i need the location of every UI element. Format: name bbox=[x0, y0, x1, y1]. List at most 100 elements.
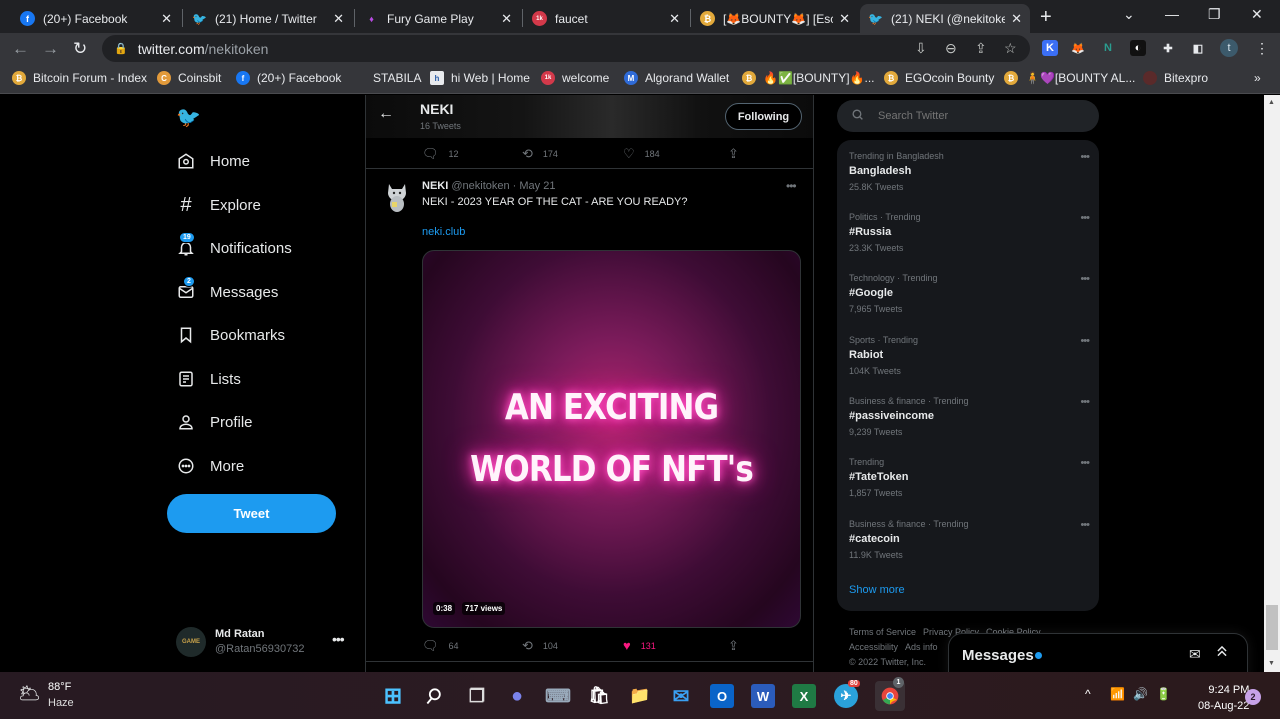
scroll-down-arrow-icon[interactable]: ▼ bbox=[1268, 660, 1275, 667]
trend-more-icon[interactable]: ••• bbox=[1080, 519, 1090, 531]
mask-extension-icon[interactable]: ◐ bbox=[1130, 40, 1146, 56]
sidebar-item-lists[interactable]: Lists bbox=[176, 369, 241, 389]
trend-more-icon[interactable]: ••• bbox=[1080, 273, 1090, 285]
telegram-button[interactable]: ✈ 80 bbox=[834, 680, 860, 708]
sidebar-item-notifications[interactable]: 19 Notifications bbox=[176, 232, 292, 258]
close-tab-icon[interactable]: ✕ bbox=[669, 11, 680, 27]
metamask-extension-icon[interactable]: 🦊 bbox=[1070, 40, 1086, 56]
trend-more-icon[interactable]: ••• bbox=[1080, 335, 1090, 347]
trend-item[interactable]: Trending #TateToken 1,857 Tweets ••• bbox=[849, 457, 1090, 507]
forward-button[interactable]: → bbox=[42, 39, 59, 59]
sidebar-item-bookmarks[interactable]: Bookmarks bbox=[176, 325, 285, 345]
footer-link-ads[interactable]: Ads info bbox=[905, 642, 938, 652]
battery-icon[interactable]: 🔋 bbox=[1156, 687, 1171, 701]
tweet-handle[interactable]: @nekitoken bbox=[451, 180, 509, 192]
account-switcher[interactable]: GAME Md Ratan @Ratan56930732 ••• bbox=[176, 625, 356, 665]
tab-neki-active[interactable]: 🐦 (21) NEKI (@nekitoken ✕ bbox=[860, 4, 1030, 33]
following-button[interactable]: Following bbox=[725, 103, 802, 130]
trend-item[interactable]: Technology · Trending #Google 7,965 Tweets… bbox=[849, 273, 1090, 323]
close-tab-icon[interactable]: ✕ bbox=[839, 11, 850, 27]
bookmark-bitexpro[interactable]: Bitexpro bbox=[1143, 71, 1208, 85]
tweet-date[interactable]: · May 21 bbox=[513, 180, 556, 192]
share-button[interactable]: ⇪ bbox=[728, 146, 749, 162]
sidebar-item-profile[interactable]: Profile bbox=[176, 412, 253, 432]
bookmark-welcome[interactable]: 1k welcome bbox=[541, 71, 609, 85]
show-more-link[interactable]: Show more bbox=[849, 584, 905, 596]
footer-link-accessibility[interactable]: Accessibility bbox=[849, 642, 898, 652]
trend-item[interactable]: Sports · Trending Rabiot 104K Tweets ••• bbox=[849, 335, 1090, 385]
search-button[interactable] bbox=[422, 684, 446, 708]
outlook-button[interactable]: O bbox=[710, 684, 734, 708]
search-input[interactable] bbox=[878, 110, 1078, 122]
close-tab-icon[interactable]: ✕ bbox=[333, 11, 344, 27]
share-icon[interactable]: ⇪ bbox=[975, 40, 987, 57]
chrome-button[interactable]: 1 bbox=[875, 677, 905, 711]
close-tab-icon[interactable]: ✕ bbox=[501, 11, 512, 27]
trend-item[interactable]: Business & finance · Trending #passiveinc… bbox=[849, 396, 1090, 446]
tab-faucet[interactable]: 1k faucet ✕ bbox=[524, 4, 688, 33]
tweet-video[interactable]: AN EXCITING WORLD OF NFT's 0:38 717 view… bbox=[422, 250, 801, 628]
zoom-icon[interactable]: ⊖ bbox=[945, 40, 957, 57]
keplr-extension-icon[interactable]: K bbox=[1042, 40, 1058, 56]
tab-twitter-home[interactable]: 🐦 (21) Home / Twitter ✕ bbox=[184, 4, 352, 33]
close-window-button[interactable]: ✕ bbox=[1251, 6, 1263, 23]
tab-fury-game[interactable]: ♦ Fury Game Play ✕ bbox=[356, 4, 520, 33]
bookmark-facebook[interactable]: f (20+) Facebook bbox=[236, 71, 341, 85]
weather-widget[interactable]: 🌥 88°F Haze bbox=[18, 681, 74, 709]
trend-more-icon[interactable]: ••• bbox=[1080, 151, 1090, 163]
page-scrollbar[interactable]: ▲ ▼ bbox=[1264, 95, 1280, 672]
tab-search-dropdown-icon[interactable]: ⌄ bbox=[1123, 6, 1135, 23]
address-bar[interactable]: 🔒 twitter.com/nekitoken bbox=[102, 35, 1030, 62]
trend-more-icon[interactable]: ••• bbox=[1080, 396, 1090, 408]
task-view-button[interactable]: ❐ bbox=[465, 684, 489, 708]
bookmark-algorand[interactable]: M Algorand Wallet bbox=[624, 71, 729, 85]
like-button[interactable]: ♡ 184 bbox=[623, 146, 660, 162]
wifi-icon[interactable]: 📶 bbox=[1110, 687, 1125, 701]
retweet-button[interactable]: ⟲ 174 bbox=[522, 146, 558, 162]
back-arrow-icon[interactable]: ← bbox=[378, 105, 394, 123]
mail-button[interactable]: ✉ bbox=[669, 684, 693, 708]
search-box[interactable] bbox=[837, 100, 1099, 132]
tweet-button[interactable]: Tweet bbox=[167, 494, 336, 533]
keyboard-button[interactable]: ⌨ bbox=[545, 684, 571, 708]
profile-avatar[interactable]: t bbox=[1220, 39, 1238, 57]
account-more-icon[interactable]: ••• bbox=[332, 631, 345, 647]
scroll-up-arrow-icon[interactable]: ▲ bbox=[1268, 99, 1275, 106]
trend-more-icon[interactable]: ••• bbox=[1080, 212, 1090, 224]
retweet-button[interactable]: ⟲ 104 bbox=[522, 638, 558, 654]
like-button[interactable]: ♥ 131 bbox=[623, 638, 656, 653]
sidebar-item-more[interactable]: More bbox=[176, 456, 244, 476]
bookmark-coinsbit[interactable]: C Coinsbit bbox=[157, 71, 221, 85]
sidebar-item-explore[interactable]: # Explore bbox=[176, 194, 260, 216]
trend-more-icon[interactable]: ••• bbox=[1080, 457, 1090, 469]
store-button[interactable]: 🛍 bbox=[587, 684, 611, 708]
bookmark-bounty-1[interactable]: ₿ 🔥✅[BOUNTY]🔥... bbox=[742, 71, 875, 85]
neki-cat-avatar[interactable] bbox=[384, 180, 410, 216]
new-tab-button[interactable]: + bbox=[1040, 6, 1052, 29]
sidebar-item-messages[interactable]: 2 Messages bbox=[176, 276, 278, 302]
restore-button[interactable]: ❐ bbox=[1208, 6, 1221, 23]
tweet-link[interactable]: neki.club bbox=[422, 226, 465, 238]
word-button[interactable]: W bbox=[751, 684, 775, 708]
volume-icon[interactable]: 🔊 bbox=[1133, 687, 1148, 701]
lock-icon[interactable]: 🔒 bbox=[114, 42, 128, 55]
tweet-author[interactable]: NEKI bbox=[422, 180, 448, 192]
close-tab-icon[interactable]: ✕ bbox=[1011, 11, 1022, 27]
notification-center-badge[interactable]: 2 bbox=[1245, 689, 1261, 705]
trend-item[interactable]: Politics · Trending #Russia 23.3K Tweets ••… bbox=[849, 212, 1090, 262]
expand-drawer-icon[interactable] bbox=[1215, 644, 1229, 661]
bookmark-star-icon[interactable]: ☆ bbox=[1004, 40, 1017, 57]
start-button[interactable]: ⊞ bbox=[381, 683, 405, 708]
minimize-button[interactable]: — bbox=[1165, 6, 1179, 22]
puzzle-extensions-icon[interactable]: ✚ bbox=[1160, 40, 1176, 56]
tab-facebook[interactable]: f (20+) Facebook ✕ bbox=[12, 4, 180, 33]
close-tab-icon[interactable]: ✕ bbox=[161, 11, 172, 27]
reply-button[interactable]: 🗨 12 bbox=[422, 146, 459, 162]
tray-overflow-chevron[interactable]: ^ bbox=[1085, 687, 1091, 701]
bookmarks-overflow-button[interactable]: » bbox=[1254, 71, 1261, 85]
new-message-icon[interactable]: ✉ bbox=[1189, 646, 1201, 663]
teams-chat-button[interactable]: ● bbox=[505, 684, 529, 708]
install-app-icon[interactable]: ⇩ bbox=[915, 40, 927, 57]
messages-drawer[interactable]: Messages ✉ bbox=[948, 633, 1248, 672]
tweet-more-icon[interactable]: ••• bbox=[786, 179, 797, 193]
